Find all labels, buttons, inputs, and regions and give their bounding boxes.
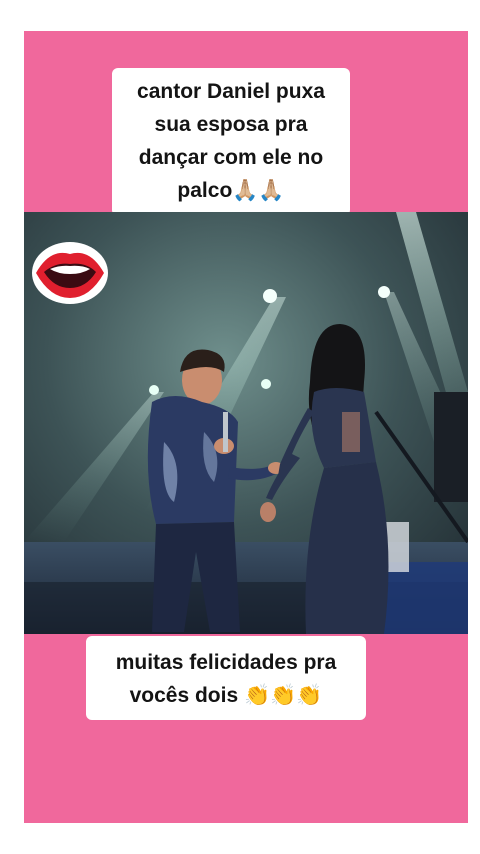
caption-top-line-1: cantor Daniel puxa: [137, 80, 325, 103]
caption-top-line-2: sua esposa pra: [154, 113, 308, 136]
caption-top-line-4: palco🙏🏼🙏🏼: [177, 179, 285, 202]
caption-top: cantor Daniel puxa sua esposa pra dançar…: [112, 68, 350, 216]
lips-icon: [32, 242, 108, 304]
caption-top-line-3: dançar com ele no: [138, 146, 324, 169]
caption-bottom-line-2: vocês dois 👏👏👏: [129, 684, 323, 707]
caption-bottom-line-1: muitas felicidades pra: [115, 651, 337, 674]
caption-bottom: muitas felicidades pra vocês dois 👏👏👏: [86, 636, 366, 720]
story-screen: cantor Daniel puxa sua esposa pra dançar…: [0, 0, 480, 854]
